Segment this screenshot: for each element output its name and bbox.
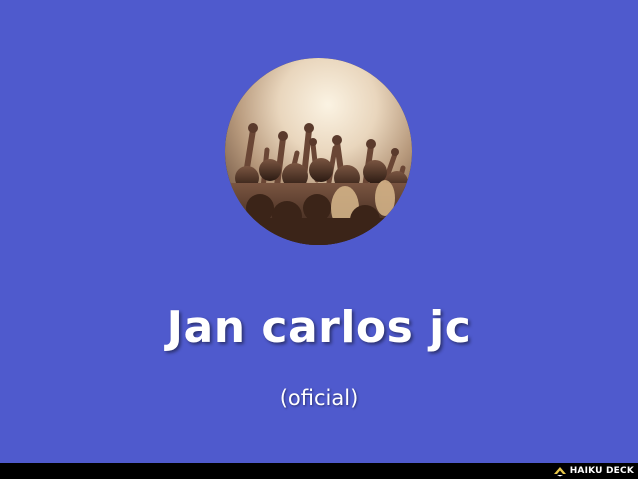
- slide: Jan carlos jc (oficial): [0, 0, 638, 463]
- slide-subtitle: (oficial): [279, 386, 359, 410]
- footer-bar: HAIKU DECK: [0, 463, 638, 479]
- concert-crowd-photo: [225, 58, 412, 245]
- haiku-deck-brand[interactable]: HAIKU DECK: [553, 463, 634, 479]
- slide-title: Jan carlos jc: [166, 302, 472, 353]
- haiku-deck-label: HAIKU DECK: [569, 466, 634, 476]
- haiku-deck-logo-icon: [553, 467, 566, 477]
